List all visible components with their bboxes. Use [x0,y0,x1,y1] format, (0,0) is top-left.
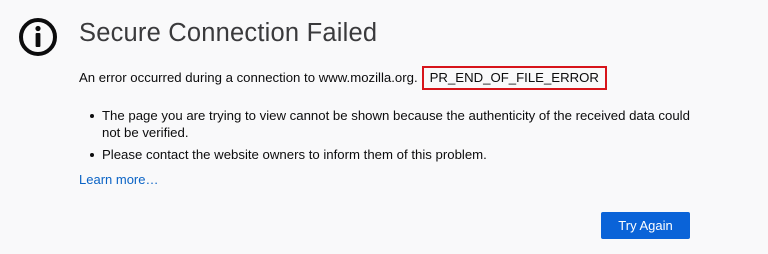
list-item-text: The page you are trying to view cannot b… [102,108,690,140]
try-again-button[interactable]: Try Again [601,212,690,239]
error-message: An error occurred during a connection to… [79,66,607,90]
bullet-icon [90,114,94,118]
list-item-text: Please contact the website owners to inf… [102,147,487,162]
list-item: Please contact the website owners to inf… [88,146,708,163]
info-circle-icon [18,17,58,57]
error-intro-text: An error occurred during a connection to… [79,70,418,85]
list-item: The page you are trying to view cannot b… [88,107,708,141]
error-details-list: The page you are trying to view cannot b… [88,107,708,168]
page-title: Secure Connection Failed [79,19,378,47]
error-code: PR_END_OF_FILE_ERROR [421,66,607,90]
bullet-icon [90,153,94,157]
learn-more-link[interactable]: Learn more… [79,171,158,188]
